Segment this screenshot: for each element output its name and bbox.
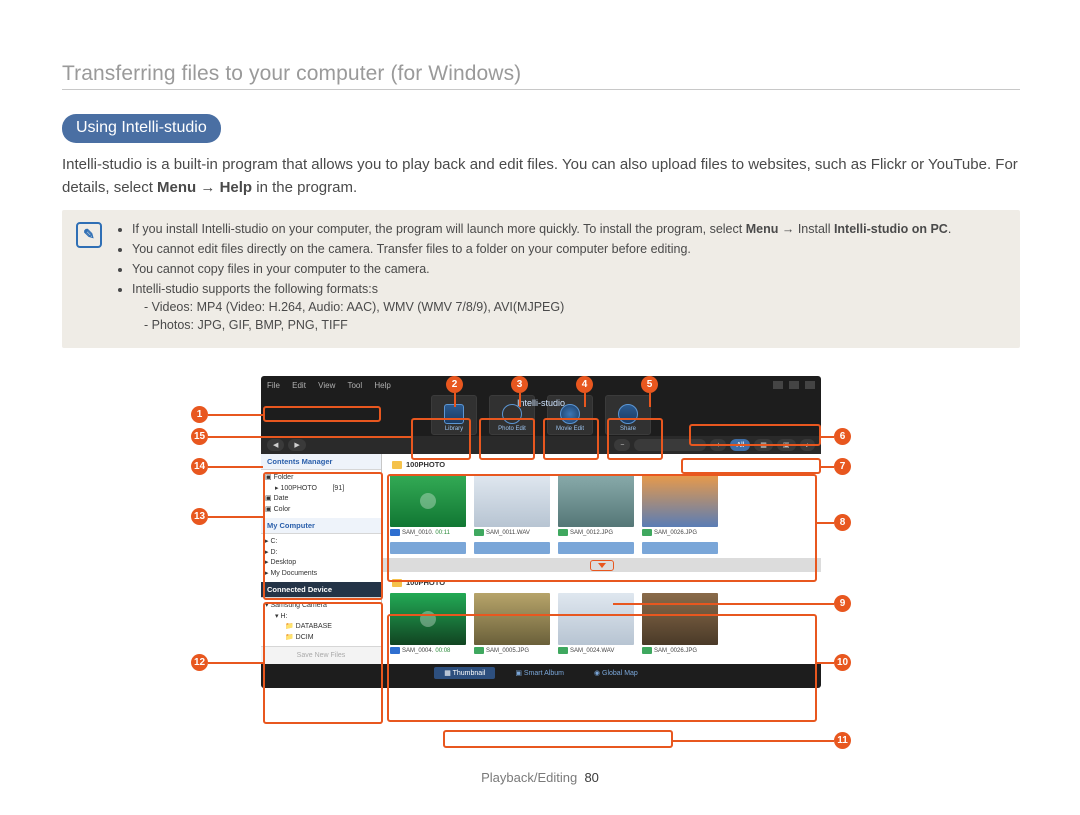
maximize-icon[interactable] [789,381,799,389]
close-icon[interactable] [805,381,815,389]
note-subline: - Videos: MP4 (Video: H.264, Audio: AAC)… [132,298,951,316]
note-box: ✎ If you install Intelli-studio on your … [62,210,1020,349]
page-footer: Playback/Editing 80 [0,770,1080,785]
page-title: Transferring files to your computer (for… [62,62,1020,90]
callout-7: 7 [834,458,851,475]
contents-manager-header: Contents Manager [261,454,381,470]
callout-1: 1 [191,406,208,423]
callout-10: 10 [834,654,851,671]
section-heading: Using Intelli-studio [62,114,221,143]
manual-page: Transferring files to your computer (for… [0,0,1080,815]
callout-13: 13 [191,508,208,525]
note-list: If you install Intelli-studio on your co… [118,220,951,337]
info-icon: ✎ [76,222,102,248]
callout-14: 14 [191,458,208,475]
note-item: You cannot copy files in your computer t… [132,260,951,278]
callout-8: 8 [834,514,851,531]
titlebar: File Edit View Tool Help [261,376,821,394]
callout-12: 12 [191,654,208,671]
menu-help[interactable]: Help [374,381,390,390]
menu-view[interactable]: View [318,381,335,390]
intro-text-1: Intelli-studio is a built-in program tha… [62,156,991,173]
note-subline: - Photos: JPG, GIF, BMP, PNG, TIFF [132,316,951,334]
folder-icon [392,461,402,469]
callout-6: 6 [834,428,851,445]
note-item: If you install Intelli-studio on your co… [132,220,951,238]
callout-9: 9 [834,595,851,612]
nav-back[interactable]: ◀ [267,439,284,451]
callout-11: 11 [834,732,851,749]
menu-file[interactable]: File [267,381,280,390]
note-item: You cannot edit files directly on the ca… [132,240,951,258]
intro-paragraph: Intelli-studio is a built-in program tha… [62,153,1020,200]
menu-edit[interactable]: Edit [292,381,306,390]
callout-15: 15 [191,428,208,445]
menu-tool[interactable]: Tool [347,381,362,390]
menu-bar: File Edit View Tool Help [267,381,401,390]
annotated-figure: 2 3 4 5 1 15 14 13 12 6 7 8 9 10 [221,376,861,688]
minimize-icon[interactable] [773,381,783,389]
nav-fwd[interactable]: ▶ [288,439,305,451]
note-item: Intelli-studio supports the following fo… [132,280,951,334]
